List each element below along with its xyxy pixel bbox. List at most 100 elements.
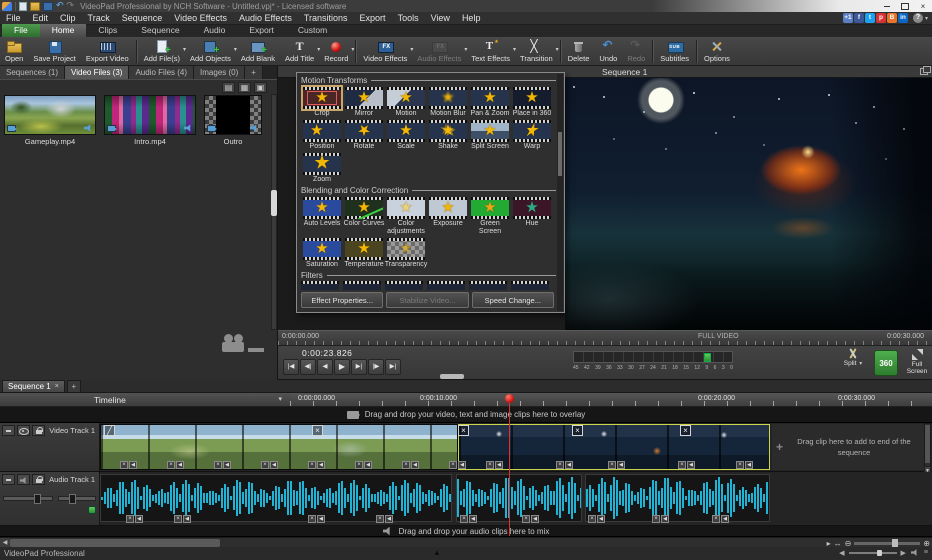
close-button[interactable]: × xyxy=(914,0,932,12)
audio-clip[interactable] xyxy=(100,474,452,522)
clip-fade-icon[interactable]: ◀ xyxy=(129,461,137,469)
volume-slider-thumb[interactable] xyxy=(34,494,41,504)
subtitles-button[interactable]: Subtitles xyxy=(655,38,694,65)
add-title-button[interactable]: Add Title▾ xyxy=(280,38,319,65)
collapse-track-button[interactable] xyxy=(2,474,15,485)
clip-effect-icon[interactable]: × xyxy=(120,461,128,469)
menu-help[interactable]: Help xyxy=(456,12,487,25)
track-lock-button[interactable] xyxy=(32,425,45,436)
clip-effect-icon[interactable]: × xyxy=(522,515,530,523)
effect-motion-blur[interactable]: ★Motion Blur xyxy=(427,86,469,119)
play-button[interactable]: ▶ xyxy=(334,359,350,375)
rewind-button[interactable]: ◀ xyxy=(317,359,333,375)
linkedin-icon[interactable]: in xyxy=(898,13,908,23)
clip-fade-icon[interactable]: ◀ xyxy=(469,515,477,523)
hscrollbar-thumb[interactable] xyxy=(10,539,220,547)
status-slider[interactable] xyxy=(849,552,897,554)
effect-temperature[interactable]: ★Temperature xyxy=(343,237,385,270)
clip-fade-icon[interactable]: ◀ xyxy=(495,461,503,469)
media-tab-audio-files-4[interactable]: Audio Files (4) xyxy=(129,66,194,79)
fullscreen-button[interactable]: Full Screen xyxy=(902,348,932,378)
clip-effect-icon[interactable]: × xyxy=(486,461,494,469)
add-blank-button[interactable]: Add Blank xyxy=(236,38,280,65)
clip-fade-icon[interactable]: ◀ xyxy=(597,515,605,523)
status-slider-thumb[interactable] xyxy=(877,550,882,556)
media-tab-item[interactable]: + xyxy=(245,66,263,79)
effect-mirror[interactable]: ★Mirror xyxy=(343,86,385,119)
grid-view-icon[interactable]: ▦ xyxy=(238,82,251,93)
app-icon[interactable] xyxy=(2,2,12,11)
effect-pan-zoom[interactable]: ★Pan & Zoom xyxy=(469,86,511,119)
effect-place-in-360[interactable]: ★Place in 360 xyxy=(511,86,553,119)
undo-button[interactable]: Undo xyxy=(594,38,622,65)
panel-resize-grip[interactable] xyxy=(440,374,464,379)
effect-properties-button[interactable]: Effect Properties... xyxy=(301,292,383,308)
clip-fade-icon[interactable]: ◀ xyxy=(223,461,231,469)
minimize-button[interactable] xyxy=(878,0,896,12)
clip-fade-icon[interactable]: ◀ xyxy=(458,461,466,469)
pinterest-icon[interactable]: p xyxy=(876,13,886,23)
transition-button[interactable]: Transition▾ xyxy=(515,38,558,65)
nudge-left-icon[interactable]: ◀ xyxy=(839,549,844,557)
transition-icon[interactable]: ╱ xyxy=(104,425,115,436)
transition-icon[interactable]: × xyxy=(572,425,583,436)
volume-slider[interactable] xyxy=(3,496,53,501)
clip-effect-icon[interactable]: × xyxy=(355,461,363,469)
clip-fade-icon[interactable]: ◀ xyxy=(135,515,143,523)
tab-audio[interactable]: Audio xyxy=(192,24,238,37)
new-project-icon[interactable] xyxy=(19,2,27,11)
effect-auto-levels[interactable]: ★Auto Levels xyxy=(301,196,343,237)
tab-file[interactable]: File xyxy=(2,24,40,37)
effect-motion[interactable]: ★Motion xyxy=(385,86,427,119)
effect-color-curves[interactable]: ★Color Curves xyxy=(343,196,385,237)
scrollbar-thumb[interactable] xyxy=(558,132,562,176)
menu-transitions[interactable]: Transitions xyxy=(298,12,354,25)
clip-fade-icon[interactable]: ◀ xyxy=(721,515,729,523)
help-icon[interactable]: ? xyxy=(913,13,923,23)
media-tab-sequences-1[interactable]: Sequences (1) xyxy=(0,66,65,79)
sequence-tab[interactable]: Sequence 1× xyxy=(2,380,65,392)
pan-slider-thumb[interactable] xyxy=(69,494,76,504)
playhead-line[interactable] xyxy=(509,399,510,536)
clip-fade-icon[interactable]: ◀ xyxy=(565,461,573,469)
video-effects-button[interactable]: Video Effects▾ xyxy=(358,38,412,65)
effect-position[interactable]: ★Position xyxy=(301,119,343,152)
clip-effect-icon[interactable]: × xyxy=(214,461,222,469)
blog-icon[interactable]: B xyxy=(887,13,897,23)
effect-scale[interactable]: ★Scale xyxy=(385,119,427,152)
effect-split-screen[interactable]: ★Split Screen xyxy=(469,119,511,152)
tab-export[interactable]: Export xyxy=(237,24,286,37)
clip-effect-icon[interactable]: × xyxy=(588,515,596,523)
clip-effect-icon[interactable]: × xyxy=(449,461,457,469)
clip-effect-icon[interactable]: × xyxy=(167,461,175,469)
clip-fade-icon[interactable]: ◀ xyxy=(364,461,372,469)
clip-effect-icon[interactable]: × xyxy=(126,515,134,523)
preview-pane-icon[interactable]: ▣ xyxy=(254,82,267,93)
transition-icon[interactable]: × xyxy=(312,425,323,436)
clip-effect-icon[interactable]: × xyxy=(174,515,182,523)
clip-fade-icon[interactable]: ◀ xyxy=(531,515,539,523)
clip-fade-icon[interactable]: ◀ xyxy=(385,515,393,523)
transition-icon[interactable]: × xyxy=(680,425,691,436)
clip-effect-icon[interactable]: × xyxy=(308,461,316,469)
media-tab-images-0[interactable]: Images (0) xyxy=(194,66,245,79)
clip-effect-icon[interactable]: × xyxy=(376,515,384,523)
menu-video-effects[interactable]: Video Effects xyxy=(168,12,233,25)
save-project-button[interactable]: Save Project xyxy=(28,38,81,65)
add-file-s-button[interactable]: Add File(s)▾ xyxy=(139,38,185,65)
clip-effect-icon[interactable]: × xyxy=(712,515,720,523)
clip-effect-icon[interactable]: × xyxy=(308,515,316,523)
clip-effect-icon[interactable]: × xyxy=(402,461,410,469)
next-frame-button[interactable]: |▶ xyxy=(368,359,384,375)
speed-change-button[interactable]: Speed Change... xyxy=(472,292,554,308)
tab-home[interactable]: Home xyxy=(40,24,87,37)
append-clip-dropzone[interactable]: + Drag clip here to add to end of the se… xyxy=(772,424,924,470)
clip-fade-icon[interactable]: ◀ xyxy=(317,461,325,469)
track-scrollbar-thumb[interactable] xyxy=(925,425,930,463)
playhead-handle[interactable] xyxy=(505,394,514,403)
effect-zoom[interactable]: ★Zoom xyxy=(301,152,343,185)
speaker-icon[interactable] xyxy=(911,549,919,556)
effect-color-adjustments[interactable]: ★Color adjustments xyxy=(385,196,427,237)
add-objects-button[interactable]: Add Objects▾ xyxy=(185,38,236,65)
new-sequence-tab-button[interactable]: + xyxy=(67,380,81,392)
